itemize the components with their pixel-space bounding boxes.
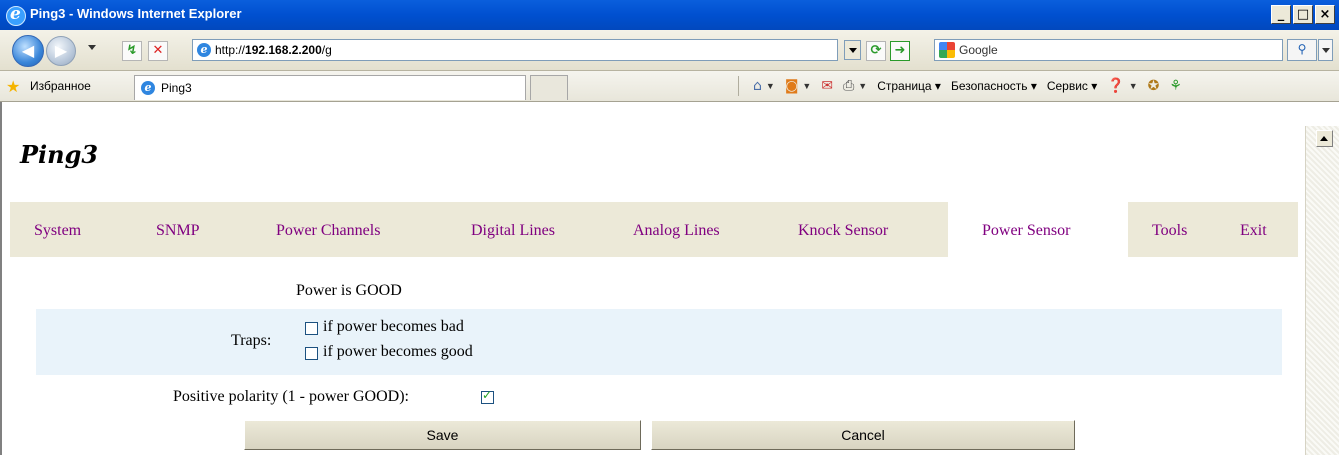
vertical-scrollbar[interactable] (1305, 126, 1339, 455)
page-menu-label: Страница (877, 79, 932, 93)
window-title: Ping3 - Windows Internet Explorer (30, 6, 242, 21)
tab-digital-lines[interactable]: Digital Lines (471, 222, 555, 240)
trap-bad-label: if power becomes bad (323, 318, 464, 335)
scroll-up-icon[interactable] (1316, 130, 1333, 147)
tab-tools[interactable]: Tools (1152, 222, 1187, 240)
feeds-dropdown-icon[interactable]: ▼ (802, 81, 811, 91)
power-status: Power is GOOD (296, 282, 402, 299)
back-button[interactable]: ◀ (12, 35, 44, 67)
mail-icon[interactable]: ✉ (821, 78, 833, 94)
tab-exit[interactable]: Exit (1240, 222, 1267, 240)
google-logo-icon (939, 42, 955, 58)
url-prefix: http:// (215, 43, 246, 57)
title-bar: Ping3 - Windows Internet Explorer _ □ × (0, 0, 1339, 30)
address-dropdown-icon[interactable] (844, 40, 861, 60)
tab-snmp[interactable]: SNMP (156, 222, 200, 240)
browser-tab[interactable]: e Ping3 (134, 75, 526, 100)
minimize-button[interactable]: _ (1271, 5, 1291, 24)
compatibility-icon[interactable]: ↯ (122, 41, 142, 61)
history-dropdown-icon[interactable] (88, 45, 96, 50)
favorites-bar: ★ Избранное e Ping3 ⌂ ▼ ◙ ▼ ✉ ⎙ ▼ Страница … (0, 71, 1339, 102)
address-input[interactable]: e http://192.168.2.200/g (192, 39, 838, 61)
search-input[interactable]: Google (934, 39, 1283, 61)
forward-button[interactable]: ▶ (46, 36, 76, 66)
tab-system[interactable]: System (34, 222, 81, 240)
trap-bad-checkbox[interactable] (305, 322, 318, 335)
refresh-icon[interactable]: ⟳ (866, 41, 886, 61)
stop-icon[interactable]: ✕ (148, 41, 168, 61)
messenger-icon[interactable]: ⚘ (1169, 78, 1182, 94)
tab-power-sensor[interactable]: Power Sensor (982, 222, 1070, 240)
command-bar: ⌂ ▼ ◙ ▼ ✉ ⎙ ▼ Страница ▾ Безопасность ▾ Сер… (738, 76, 1182, 96)
service-menu-label: Сервис (1046, 79, 1088, 93)
print-icon[interactable]: ⎙ (843, 78, 854, 94)
help-icon[interactable]: ❓ (1107, 78, 1124, 94)
trap-good-label: if power becomes good (323, 343, 473, 360)
tab-knock-sensor[interactable]: Knock Sensor (798, 222, 888, 240)
favorites-star-icon[interactable]: ★ (6, 77, 20, 96)
feeds-icon[interactable]: ◙ (785, 78, 799, 94)
home-dropdown-icon[interactable]: ▼ (766, 81, 775, 91)
home-icon[interactable]: ⌂ (753, 78, 762, 94)
search-options-dropdown-icon[interactable] (1318, 39, 1333, 61)
favorites-button[interactable]: Избранное (30, 79, 91, 93)
trap-good-checkbox[interactable] (305, 347, 318, 360)
search-icon[interactable]: ⚲ (1287, 39, 1317, 61)
research-icon[interactable]: ✪ (1148, 78, 1160, 94)
tab-page-icon: e (141, 81, 155, 95)
polarity-checkbox[interactable] (481, 388, 494, 404)
ie-logo-icon (6, 4, 26, 26)
help-dropdown-icon[interactable]: ▼ (1129, 81, 1138, 91)
page-menu[interactable]: Страница ▾ (877, 79, 941, 93)
security-menu[interactable]: Безопасность ▾ (951, 79, 1037, 93)
window-controls: _ □ × (1271, 5, 1335, 24)
polarity-label: Positive polarity (1 - power GOOD): (173, 388, 409, 405)
tab-power-channels[interactable]: Power Channels (276, 222, 380, 240)
address-toolbar: ◀ ▶ ↯ ✕ e http://192.168.2.200/g ⟳ ➜ Goo… (0, 30, 1339, 71)
new-tab-button[interactable] (530, 75, 568, 100)
traps-row (36, 309, 1282, 375)
print-dropdown-icon[interactable]: ▼ (858, 81, 867, 91)
save-button[interactable]: Save (244, 420, 641, 450)
go-icon[interactable]: ➜ (890, 41, 910, 61)
maximize-button[interactable]: □ (1293, 5, 1313, 24)
page-title: Ping3 (20, 140, 99, 169)
tab-analog-lines[interactable]: Analog Lines (633, 222, 720, 240)
cancel-button[interactable]: Cancel (651, 420, 1075, 450)
page-icon: e (197, 43, 211, 57)
traps-label: Traps: (231, 332, 272, 349)
url-path: /g (321, 43, 332, 57)
service-menu[interactable]: Сервис ▾ (1047, 79, 1097, 93)
separator (738, 76, 739, 96)
search-provider-label: Google (959, 43, 998, 57)
security-menu-label: Безопасность (950, 79, 1028, 93)
url-host: 192.168.2.200 (245, 43, 322, 57)
close-button[interactable]: × (1315, 5, 1335, 24)
tab-title: Ping3 (161, 81, 192, 95)
